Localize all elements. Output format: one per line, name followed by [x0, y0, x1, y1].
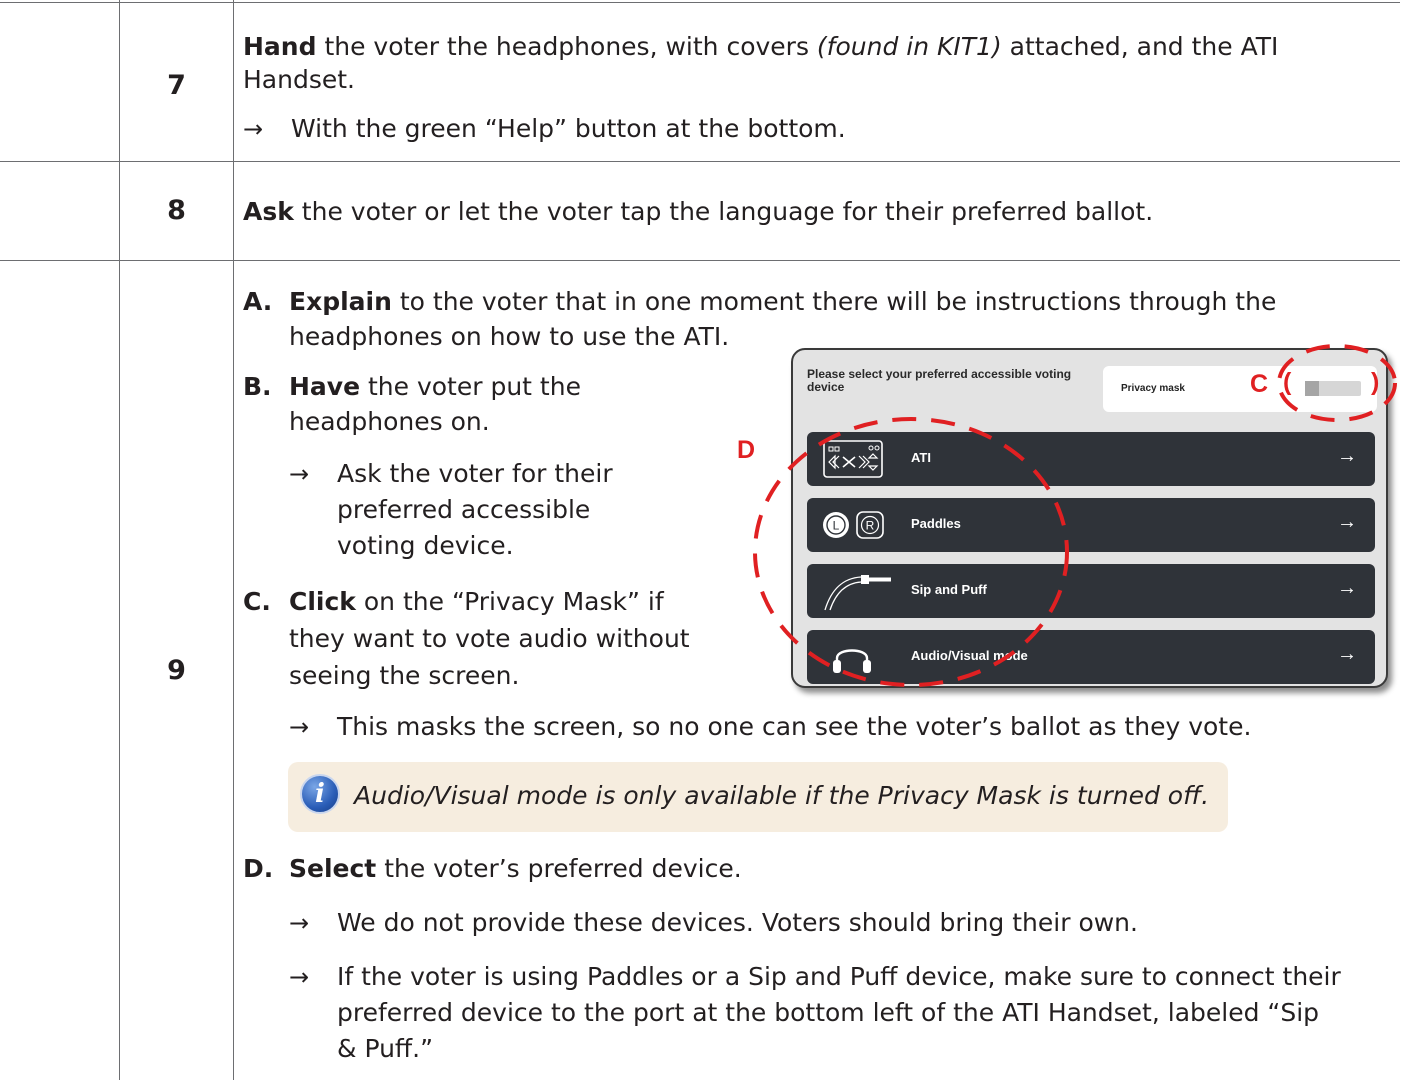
step-9c-line3: seeing the screen.: [289, 661, 520, 690]
column-divider: [233, 0, 234, 1080]
step-9d-arrow-2: → If the voter is using Paddles or a Sip …: [289, 960, 1341, 994]
info-note: i Audio/Visual mode is only available if…: [288, 762, 1228, 832]
device-selection-screen: Please select your preferred accessible …: [791, 348, 1388, 688]
callout-paren-open: (: [1283, 368, 1292, 396]
step-7-instruction: Hand the voter the headphones, with cove…: [243, 32, 1279, 61]
privacy-mask-toggle[interactable]: [1305, 381, 1361, 396]
device-button-paddles[interactable]: L R Paddles →: [807, 498, 1375, 552]
screen-title: Please select your preferred accessible …: [807, 367, 1072, 394]
sip-puff-icon: [824, 575, 891, 611]
step-9c-arrow: → This masks the screen, so no one can se…: [289, 710, 1251, 744]
step-9c-line2: they want to vote audio without: [289, 624, 690, 653]
step-9d: D. Select the voter’s preferred device.: [243, 854, 742, 883]
info-icon: i: [300, 774, 340, 814]
toggle-knob: [1305, 381, 1319, 396]
step-7-instruction-line2: Handset.: [243, 65, 355, 94]
step-9b-sub: → Ask the voter for their: [289, 457, 613, 491]
paddle-left-label: L: [833, 519, 840, 533]
step-8-instruction: Ask the voter or let the voter tap the l…: [243, 197, 1154, 226]
step-number: 9: [167, 655, 186, 686]
ati-handset-icon: [823, 440, 883, 478]
step-9a-line2: headphones on how to use the ATI.: [289, 322, 730, 351]
arrow-icon: →: [289, 963, 310, 991]
step-9b-sub-line3: voting device.: [337, 531, 514, 560]
step-8-verb: Ask: [243, 197, 294, 226]
callout-label-c: C: [1250, 370, 1269, 398]
device-button-audio-visual[interactable]: Audio/Visual mode →: [807, 630, 1375, 684]
device-label: Audio/Visual mode: [911, 648, 1028, 663]
privacy-mask-panel: Privacy mask: [1103, 366, 1377, 412]
arrow-icon: →: [243, 115, 264, 143]
column-divider: [119, 0, 120, 1080]
paddle-right-label: R: [866, 519, 875, 533]
step-7-arrow-note: → With the green “Help” button at the bot…: [243, 112, 846, 146]
device-label: Sip and Puff: [911, 582, 987, 597]
privacy-mask-label: Privacy mask: [1121, 383, 1185, 394]
arrow-right-icon: →: [1337, 643, 1357, 665]
device-label: ATI: [911, 450, 931, 465]
arrow-right-icon: →: [1337, 445, 1357, 467]
step-9c: C. Click on the “Privacy Mask” if: [243, 587, 664, 616]
callout-paren-close: ): [1371, 368, 1380, 396]
row-divider: [0, 260, 1400, 261]
note-text: Audio/Visual mode is only available if t…: [354, 781, 1210, 810]
arrow-right-icon: →: [1337, 577, 1357, 599]
headphones-icon: [833, 649, 871, 673]
row-divider: [0, 161, 1400, 162]
arrow-icon: →: [289, 460, 310, 488]
device-button-sip-and-puff[interactable]: Sip and Puff →: [807, 564, 1375, 618]
step-9d-arrow-2-line3: & Puff.”: [337, 1034, 434, 1063]
step-number: 8: [167, 195, 186, 226]
step-9b-line2: headphones on.: [289, 407, 490, 436]
table-top-border: [0, 2, 1400, 3]
step-9d-arrow-1: → We do not provide these devices. Voters…: [289, 906, 1138, 940]
device-label: Paddles: [911, 516, 961, 531]
step-9a: A. Explain to the voter that in one momen…: [243, 287, 1277, 316]
step-number: 7: [167, 70, 186, 101]
step-9d-arrow-2-line2: preferred device to the port at the bott…: [337, 998, 1320, 1027]
arrow-icon: →: [289, 713, 310, 741]
arrow-right-icon: →: [1337, 511, 1357, 533]
kit-reference: (found in KIT1): [816, 32, 1002, 61]
device-button-ati[interactable]: ATI →: [807, 432, 1375, 486]
arrow-icon: →: [289, 909, 310, 937]
step-7-verb: Hand: [243, 32, 317, 61]
paddles-icon: L R: [823, 511, 884, 539]
step-9b-sub-line2: preferred accessible: [337, 495, 591, 524]
step-9b: B. Have the voter put the: [243, 372, 581, 401]
callout-label-d: D: [737, 436, 756, 464]
